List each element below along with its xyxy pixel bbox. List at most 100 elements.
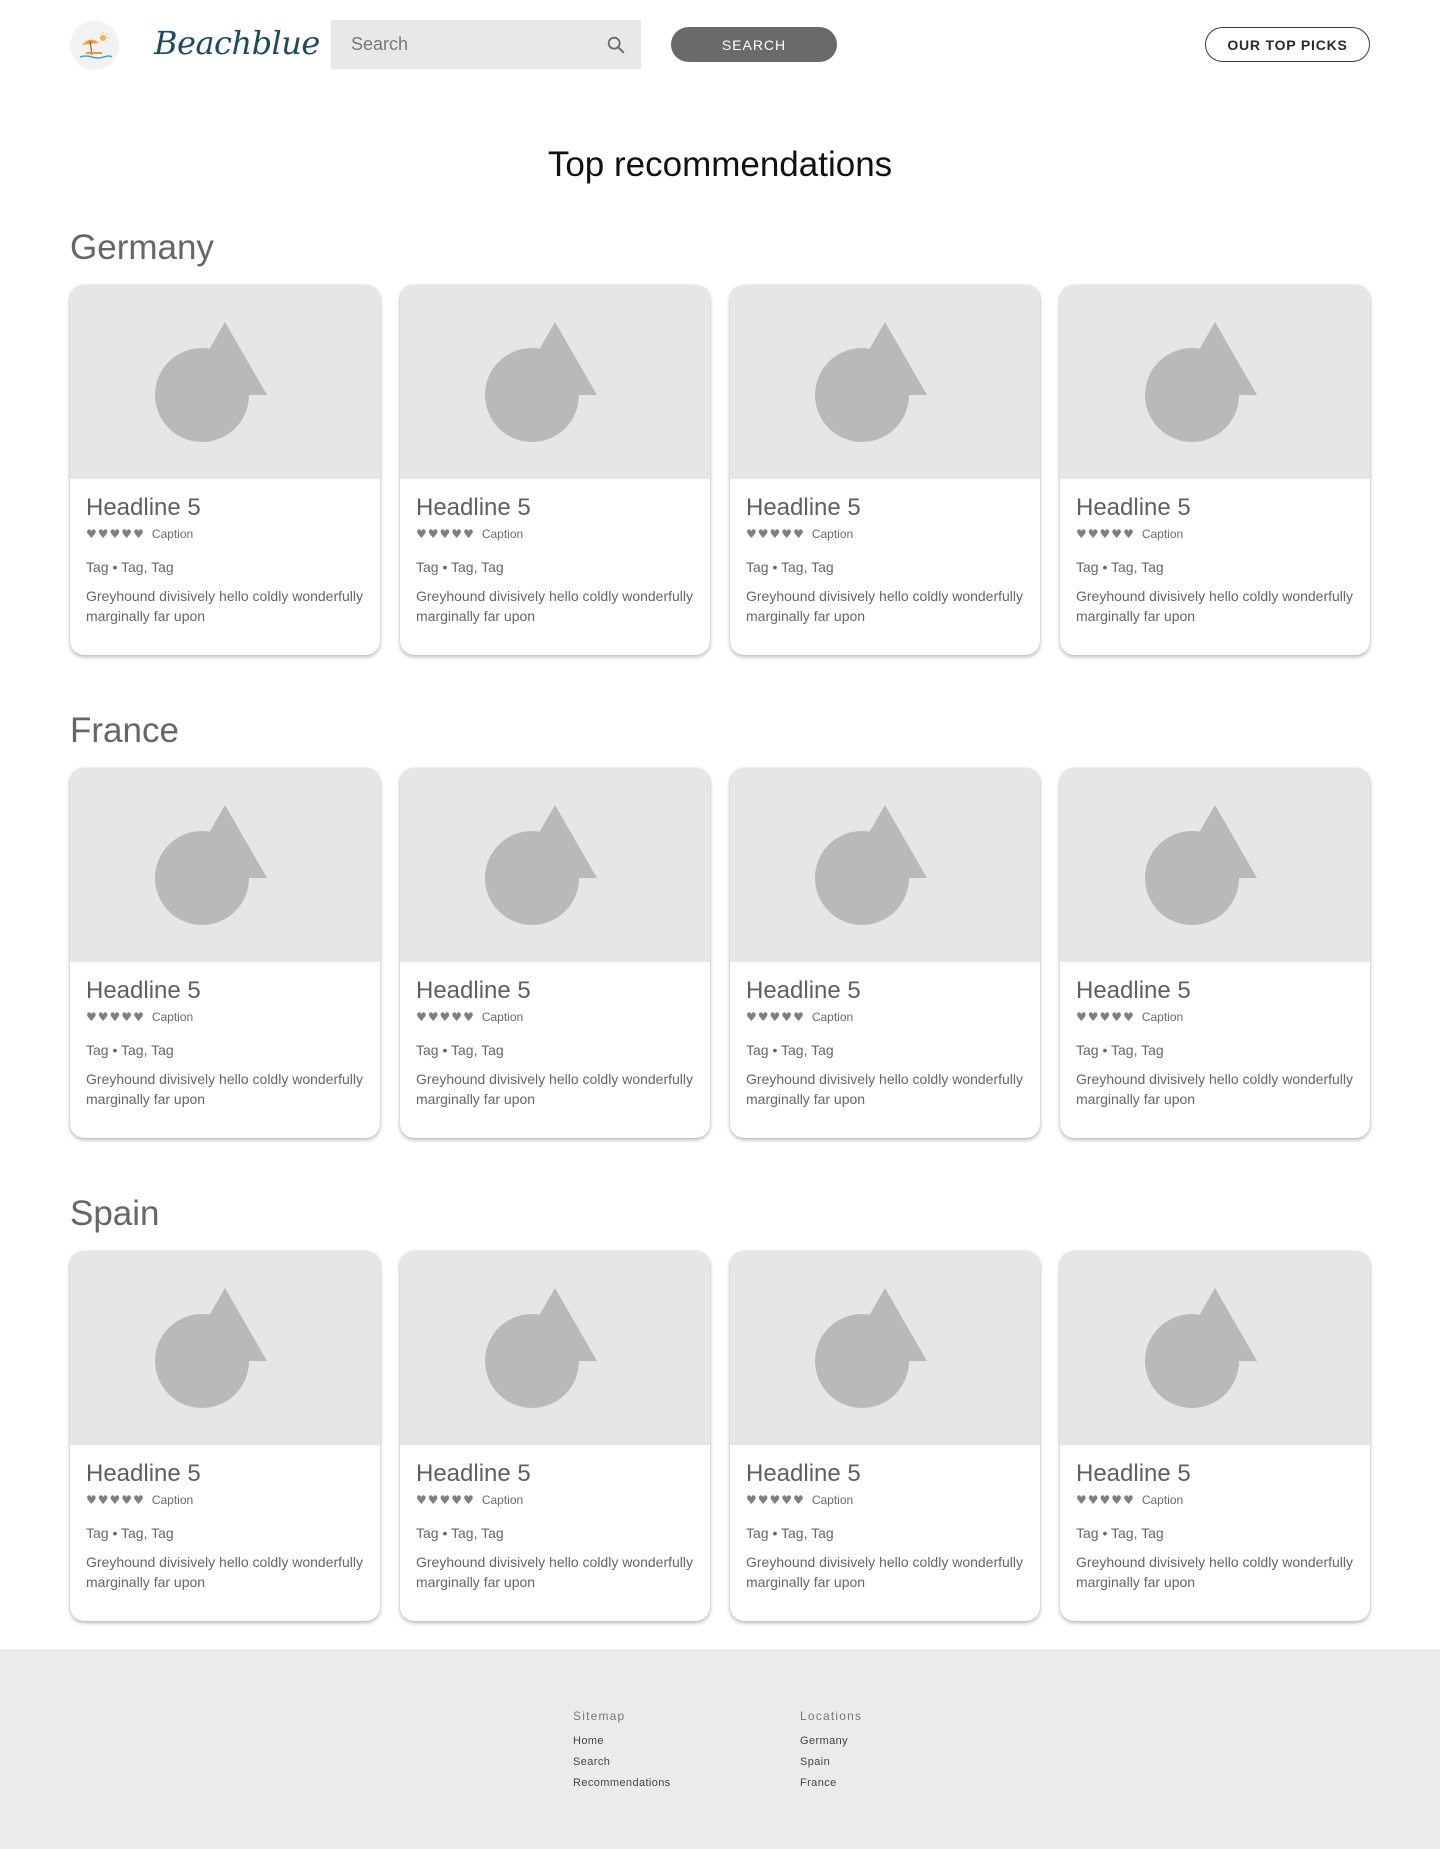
card-tags: Tag • Tag, Tag	[746, 1042, 834, 1058]
card-meta: ♥ ♥ ♥ ♥ ♥ Caption	[1076, 1008, 1354, 1026]
heart-icon: ♥	[97, 1493, 109, 1507]
card-headline: Headline 5	[746, 494, 861, 521]
recommendation-card[interactable]: Headline 5 ♥ ♥ ♥ ♥ ♥ Caption Tag • Tag, …	[1060, 768, 1370, 1138]
card-headline: Headline 5	[416, 494, 531, 521]
section-title: France	[70, 711, 179, 750]
heart-icon: ♥	[109, 1493, 121, 1507]
footer-link-recommendations[interactable]: Recommendations	[573, 1777, 671, 1798]
card-tags: Tag • Tag, Tag	[1076, 559, 1164, 575]
heart-icon: ♥	[769, 1493, 781, 1507]
card-headline: Headline 5	[1076, 977, 1191, 1004]
recommendation-card[interactable]: Headline 5 ♥ ♥ ♥ ♥ ♥ Caption Tag • Tag, …	[70, 768, 380, 1138]
heart-icon: ♥	[1076, 527, 1087, 541]
heart-icon: ♥	[1099, 1010, 1111, 1024]
section-france: France Headline 5 ♥ ♥ ♥ ♥ ♥ Caption Tag …	[0, 709, 1440, 1138]
card-body: Headline 5 ♥ ♥ ♥ ♥ ♥ Caption Tag • Tag, …	[400, 479, 710, 626]
section-spain: Spain Headline 5 ♥ ♥ ♥ ♥ ♥ Caption Tag •…	[0, 1192, 1440, 1621]
heart-icon: ♥	[416, 1010, 427, 1024]
card-headline: Headline 5	[416, 977, 531, 1004]
card-image	[1060, 1251, 1370, 1445]
card-body: Headline 5 ♥ ♥ ♥ ♥ ♥ Caption Tag • Tag, …	[1060, 962, 1370, 1109]
heart-icon: ♥	[1076, 1493, 1087, 1507]
heart-icon: ♥	[1111, 1010, 1123, 1024]
rating: ♥ ♥ ♥ ♥ ♥	[746, 1494, 804, 1506]
card-row: Headline 5 ♥ ♥ ♥ ♥ ♥ Caption Tag • Tag, …	[70, 768, 1370, 1138]
card-description: Greyhound divisively hello coldly wonder…	[416, 1554, 694, 1590]
footer-heading-sitemap: Sitemap	[573, 1709, 626, 1723]
card-tags: Tag • Tag, Tag	[86, 1042, 174, 1058]
heart-icon: ♥	[746, 1010, 757, 1024]
recommendation-card[interactable]: Headline 5 ♥ ♥ ♥ ♥ ♥ Caption Tag • Tag, …	[730, 285, 1040, 655]
card-description: Greyhound divisively hello coldly wonder…	[86, 1554, 364, 1590]
card-meta: ♥ ♥ ♥ ♥ ♥ Caption	[86, 1008, 364, 1026]
card-meta: ♥ ♥ ♥ ♥ ♥ Caption	[746, 525, 1024, 543]
heart-icon: ♥	[97, 1010, 109, 1024]
recommendation-card[interactable]: Headline 5 ♥ ♥ ♥ ♥ ♥ Caption Tag • Tag, …	[70, 285, 380, 655]
heart-icon: ♥	[427, 1493, 439, 1507]
card-tags: Tag • Tag, Tag	[1076, 1525, 1164, 1541]
card-tags: Tag • Tag, Tag	[416, 559, 504, 575]
recommendation-card[interactable]: Headline 5 ♥ ♥ ♥ ♥ ♥ Caption Tag • Tag, …	[400, 768, 710, 1138]
recommendation-card[interactable]: Headline 5 ♥ ♥ ♥ ♥ ♥ Caption Tag • Tag, …	[70, 1251, 380, 1621]
heart-icon: ♥	[439, 1010, 451, 1024]
card-body: Headline 5 ♥ ♥ ♥ ♥ ♥ Caption Tag • Tag, …	[400, 1445, 710, 1592]
card-meta: ♥ ♥ ♥ ♥ ♥ Caption	[416, 525, 694, 543]
heart-icon: ♥	[109, 1010, 121, 1024]
footer-link-home[interactable]: Home	[573, 1735, 671, 1756]
card-caption: Caption	[151, 1010, 194, 1024]
footer-link-germany[interactable]: Germany	[800, 1735, 862, 1756]
search-icon[interactable]	[605, 34, 627, 56]
footer-link-spain[interactable]: Spain	[800, 1756, 862, 1777]
search-button[interactable]: SEARCH	[671, 27, 837, 62]
heart-icon: ♥	[1087, 1010, 1099, 1024]
card-image	[730, 1251, 1040, 1445]
image-placeholder-icon	[815, 1288, 927, 1408]
card-image	[70, 1251, 380, 1445]
recommendation-card[interactable]: Headline 5 ♥ ♥ ♥ ♥ ♥ Caption Tag • Tag, …	[730, 768, 1040, 1138]
image-placeholder-icon	[485, 1288, 597, 1408]
card-tags: Tag • Tag, Tag	[416, 1042, 504, 1058]
recommendation-card[interactable]: Headline 5 ♥ ♥ ♥ ♥ ♥ Caption Tag • Tag, …	[1060, 285, 1370, 655]
card-body: Headline 5 ♥ ♥ ♥ ♥ ♥ Caption Tag • Tag, …	[730, 1445, 1040, 1592]
heart-icon: ♥	[451, 527, 463, 541]
heart-icon: ♥	[121, 1493, 133, 1507]
rating: ♥ ♥ ♥ ♥ ♥	[86, 1494, 144, 1506]
recommendation-card[interactable]: Headline 5 ♥ ♥ ♥ ♥ ♥ Caption Tag • Tag, …	[400, 1251, 710, 1621]
card-meta: ♥ ♥ ♥ ♥ ♥ Caption	[416, 1008, 694, 1026]
card-image	[400, 1251, 710, 1445]
footer-link-search[interactable]: Search	[573, 1756, 671, 1777]
rating: ♥ ♥ ♥ ♥ ♥	[1076, 1494, 1134, 1506]
heart-icon: ♥	[97, 527, 109, 541]
card-body: Headline 5 ♥ ♥ ♥ ♥ ♥ Caption Tag • Tag, …	[70, 479, 380, 626]
card-headline: Headline 5	[746, 1460, 861, 1487]
card-caption: Caption	[481, 527, 524, 541]
brand-name[interactable]: Beachblue	[154, 24, 320, 62]
card-body: Headline 5 ♥ ♥ ♥ ♥ ♥ Caption Tag • Tag, …	[70, 1445, 380, 1592]
heart-icon: ♥	[451, 1010, 463, 1024]
heart-icon: ♥	[1087, 527, 1099, 541]
recommendation-card[interactable]: Headline 5 ♥ ♥ ♥ ♥ ♥ Caption Tag • Tag, …	[730, 1251, 1040, 1621]
card-description: Greyhound divisively hello coldly wonder…	[86, 588, 364, 624]
page-title: Top recommendations	[547, 145, 893, 184]
card-meta: ♥ ♥ ♥ ♥ ♥ Caption	[416, 1491, 694, 1509]
card-description: Greyhound divisively hello coldly wonder…	[746, 1071, 1024, 1107]
image-placeholder-icon	[155, 805, 267, 925]
our-top-picks-button[interactable]: OUR TOP PICKS	[1205, 27, 1370, 62]
rating: ♥ ♥ ♥ ♥ ♥	[416, 528, 474, 540]
heart-icon: ♥	[133, 1010, 144, 1024]
heart-icon: ♥	[781, 1493, 793, 1507]
main-content: Top recommendations Germany Headline 5 ♥…	[0, 140, 1440, 1621]
image-placeholder-icon	[485, 805, 597, 925]
heart-icon: ♥	[1123, 527, 1134, 541]
section-title: Spain	[70, 1194, 160, 1233]
recommendation-card[interactable]: Headline 5 ♥ ♥ ♥ ♥ ♥ Caption Tag • Tag, …	[400, 285, 710, 655]
recommendation-card[interactable]: Headline 5 ♥ ♥ ♥ ♥ ♥ Caption Tag • Tag, …	[1060, 1251, 1370, 1621]
image-placeholder-icon	[155, 1288, 267, 1408]
heart-icon: ♥	[757, 1010, 769, 1024]
logo[interactable]	[70, 21, 119, 70]
heart-icon: ♥	[427, 527, 439, 541]
card-headline: Headline 5	[86, 1460, 201, 1487]
footer-link-france[interactable]: France	[800, 1777, 862, 1798]
heart-icon: ♥	[451, 1493, 463, 1507]
search-input[interactable]	[351, 34, 605, 55]
